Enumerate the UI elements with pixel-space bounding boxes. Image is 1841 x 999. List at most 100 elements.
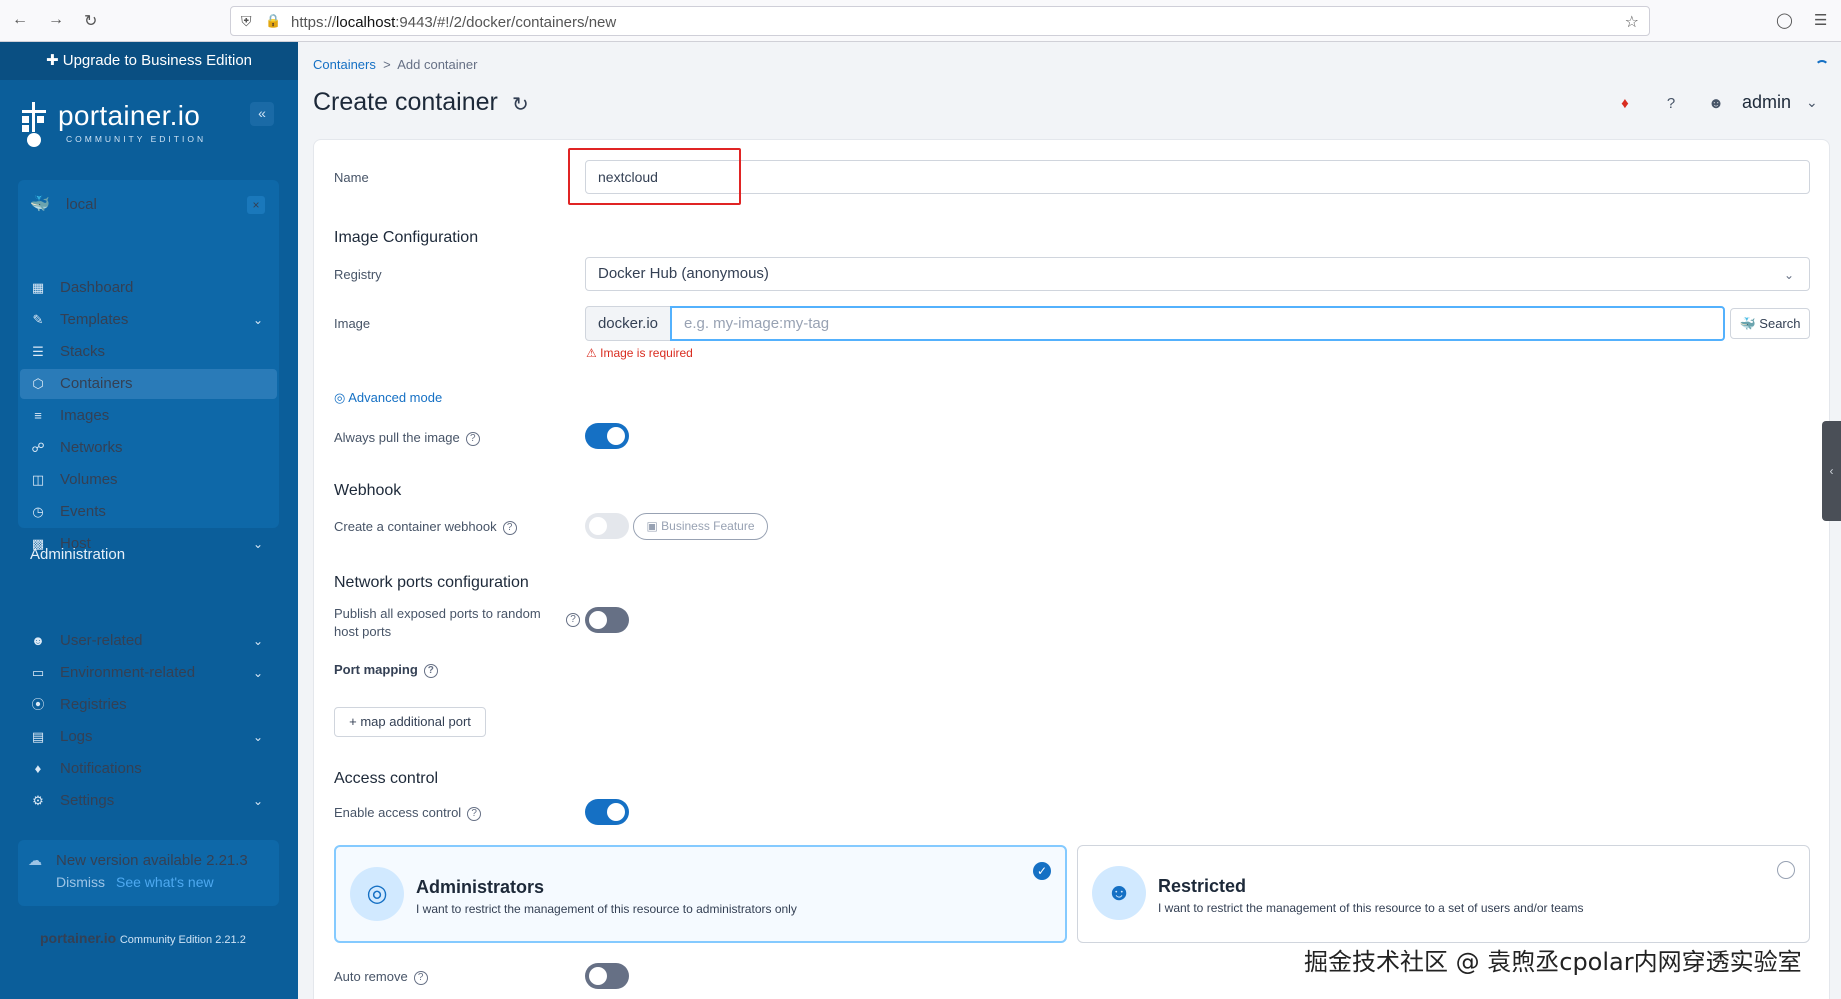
new-version-notice: ☁ New version available 2.21.3 Dismiss S… (18, 840, 279, 906)
publish-ports-toggle[interactable] (585, 607, 629, 633)
menu-icon[interactable]: ☰ (1814, 11, 1827, 29)
sidebar-item-dashboard[interactable]: ▦ Dashboard (20, 273, 277, 303)
advanced-mode-link[interactable]: ◎ Advanced mode (334, 390, 442, 406)
containers-icon: ⬡ (32, 376, 44, 391)
forward-icon[interactable]: → (48, 11, 64, 29)
docker-whale-icon: 🐳 (30, 196, 50, 213)
sidebar-item-events[interactable]: ◷ Events (20, 497, 277, 527)
url-text[interactable]: https://localhost:9443/#!/2/docker/conta… (291, 14, 616, 31)
image-required-error: ⚠ Image is required (586, 346, 693, 360)
lock-icon: 🔒 (265, 13, 282, 28)
dashboard-icon: ▦ (31, 280, 45, 295)
plus-icon: + (349, 714, 357, 729)
gear-icon: ⚙ (32, 793, 44, 808)
sidebar-item-user-related[interactable]: ☻ User-related ⌄ (20, 626, 277, 656)
events-icon: ◷ (32, 504, 44, 519)
always-pull-toggle[interactable] (585, 423, 629, 449)
images-icon: ≡ (34, 408, 42, 423)
search-image-button[interactable]: 🐳 Search (1730, 308, 1810, 339)
sidebar-item-volumes[interactable]: ◫ Volumes (20, 465, 277, 495)
volumes-icon: ◫ (31, 472, 45, 487)
chevron-down-icon[interactable]: ⌄ (1806, 94, 1818, 111)
side-panel-tab[interactable]: ‹ (1822, 421, 1841, 521)
help-icon[interactable]: ? (566, 613, 580, 627)
help-icon[interactable]: ? (1656, 89, 1686, 119)
network-ports-heading: Network ports configuration (334, 574, 529, 591)
webhook-label: Create a container webhook? (334, 519, 517, 535)
sidebar-item-images[interactable]: ≡ Images (20, 401, 277, 431)
sidebar-item-settings[interactable]: ⚙ Settings ⌄ (20, 786, 277, 816)
help-icon[interactable]: ? (467, 806, 482, 821)
chevron-down-icon: ⌄ (1784, 268, 1795, 282)
logo-name: portainer.io (58, 100, 201, 131)
auto-remove-toggle[interactable] (585, 963, 629, 989)
dismiss-link[interactable]: Dismiss (56, 874, 105, 890)
reload-icon[interactable]: ↻ (84, 11, 97, 31)
help-icon[interactable]: ? (465, 431, 480, 446)
chevron-down-icon: ⌄ (252, 313, 263, 327)
eye-off-icon: ◎ (350, 867, 404, 921)
name-label: Name (334, 170, 369, 185)
users-icon: ☻ (1092, 866, 1146, 920)
help-icon[interactable]: ? (413, 970, 428, 985)
close-environment-icon[interactable]: × (247, 196, 265, 214)
bookmark-star-icon[interactable]: ☆ (1625, 12, 1639, 32)
administrators-option-card[interactable]: ◎ Administrators I want to restrict the … (334, 845, 1067, 943)
users-icon: ☻ (31, 633, 45, 648)
breadcrumb-containers-link[interactable]: Containers (313, 57, 376, 72)
sidebar-item-networks[interactable]: ☍ Networks (20, 433, 277, 463)
environment-icon: ▭ (31, 665, 45, 680)
user-icon[interactable]: ☻ (1701, 89, 1731, 119)
breadcrumb: Containers > Add container (313, 57, 478, 72)
networks-icon: ☍ (31, 440, 45, 455)
chevron-down-icon: ⌄ (252, 634, 263, 648)
user-menu-name[interactable]: admin (1742, 92, 1791, 113)
sidebar-item-logs[interactable]: ▤ Logs ⌄ (20, 722, 277, 752)
access-control-toggle[interactable] (585, 799, 629, 825)
image-configuration-heading: Image Configuration (334, 229, 479, 246)
webhook-heading: Webhook (334, 482, 402, 499)
see-whats-new-link[interactable]: See what's new (116, 874, 214, 890)
collapse-sidebar-button[interactable]: « (250, 102, 274, 126)
globe-icon: ◎ (334, 390, 346, 405)
help-icon[interactable]: ? (423, 663, 438, 678)
pocket-icon[interactable]: ◯ (1776, 11, 1793, 29)
business-feature-badge: ▣ Business Feature (633, 513, 768, 540)
publish-ports-label: Publish all exposed ports to random host… (334, 606, 541, 639)
chevron-down-icon: ⌄ (252, 794, 263, 808)
docker-whale-icon: 🐳 (1739, 316, 1756, 331)
watermark-text: 掘金技术社区 @ 袁煦丞cpolar内网穿透实验室 (1304, 948, 1802, 976)
check-icon: ✓ (1033, 862, 1051, 880)
webhook-toggle (585, 513, 629, 539)
briefcase-icon: ▣ (646, 519, 658, 533)
address-bar[interactable]: ⛨ 🔒 https://localhost:9443/#!/2/docker/c… (230, 6, 1650, 36)
portainer-logo-icon (22, 102, 46, 147)
radio-button[interactable] (1777, 861, 1795, 879)
sidebar-item-containers[interactable]: ⬡ Containers (20, 369, 277, 399)
back-icon[interactable]: ← (12, 11, 28, 29)
port-mapping-label: Port mapping? (334, 662, 438, 678)
notification-bell-icon[interactable]: ♦ (1610, 89, 1640, 119)
warning-icon: ⚠ (586, 346, 597, 360)
sidebar-item-stacks[interactable]: ☰ Stacks (20, 337, 277, 367)
sidebar-item-templates[interactable]: ✎ Templates ⌄ (20, 305, 277, 335)
registry-select[interactable]: Docker Hub (anonymous) (585, 257, 1810, 291)
map-additional-port-button[interactable]: + map additional port (334, 707, 486, 737)
loading-spinner-icon (1815, 60, 1829, 74)
enable-access-label: Enable access control? (334, 805, 482, 821)
administration-heading: Administration (30, 546, 126, 563)
sidebar-item-environment-related[interactable]: ▭ Environment-related ⌄ (20, 658, 277, 688)
highlight-box (568, 148, 741, 205)
bell-icon: ♦ (34, 761, 42, 776)
environment-header[interactable]: 🐳 local × (20, 188, 275, 222)
image-input[interactable]: e.g. my-image:my-tag (670, 306, 1725, 341)
sidebar-item-registries[interactable]: ⦿ Registries (20, 690, 277, 720)
logo-subtitle: COMMUNITY EDITION (66, 134, 207, 144)
help-icon[interactable]: ? (502, 520, 517, 535)
refresh-icon[interactable]: ↻ (512, 92, 529, 117)
upgrade-banner[interactable]: ✚ Upgrade to Business Edition (0, 42, 298, 80)
access-control-heading: Access control (334, 770, 439, 787)
name-input[interactable]: nextcloud (585, 160, 1810, 194)
sidebar-item-notifications[interactable]: ♦ Notifications (20, 754, 277, 784)
restricted-option-card[interactable]: ☻ Restricted I want to restrict the mana… (1077, 845, 1810, 943)
